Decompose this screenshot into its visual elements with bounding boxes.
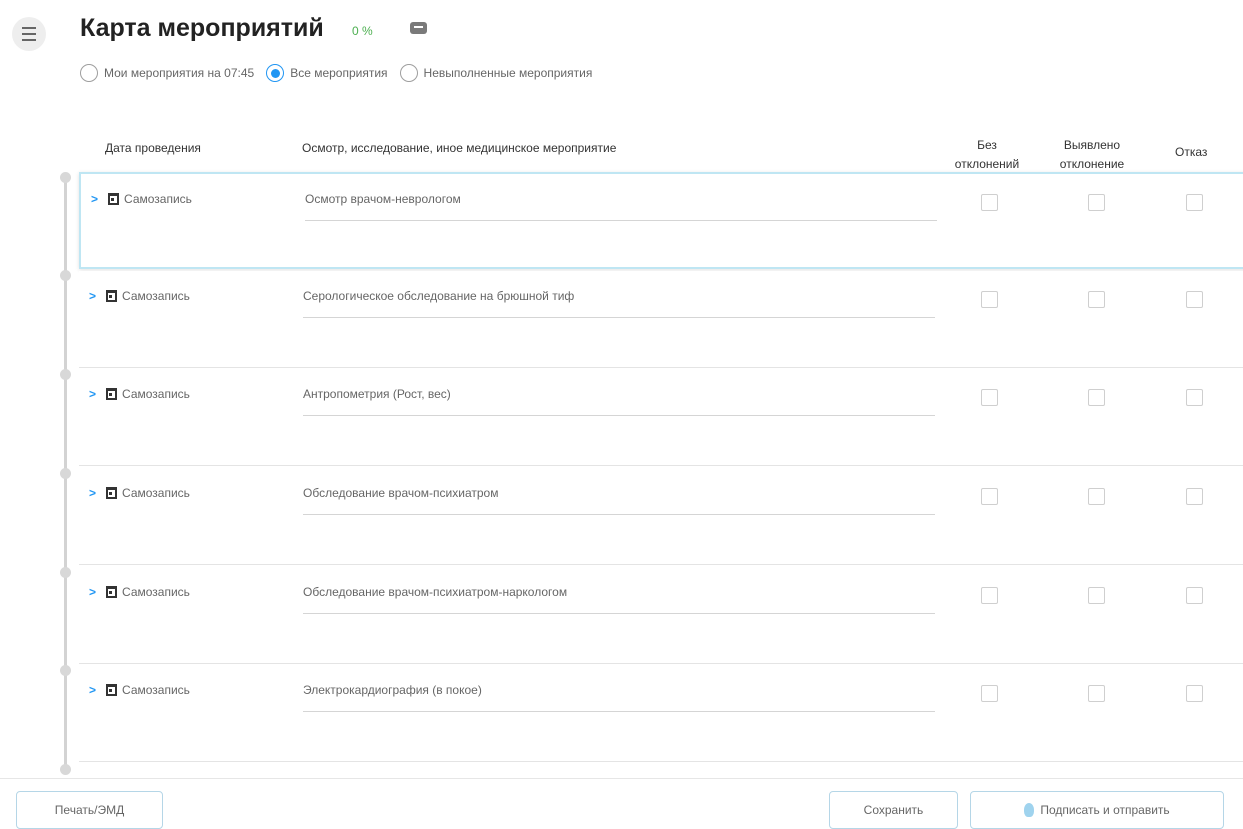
no-deviation-checkbox[interactable] (981, 685, 998, 702)
table-row[interactable]: > Самозапись Антропометрия (Рост, вес) (79, 369, 1243, 466)
menu-icon (22, 27, 36, 29)
event-name: Обследование врачом-психиатром (303, 486, 935, 515)
radio-button[interactable] (399, 64, 418, 82)
no-deviation-checkbox[interactable] (981, 291, 998, 308)
calendar-icon (106, 586, 118, 598)
no-deviation-checkbox[interactable] (981, 389, 998, 406)
no-deviation-checkbox[interactable] (981, 488, 998, 505)
row-date: Самозапись (124, 192, 192, 206)
sign-and-send-button[interactable]: Подписать и отправить (970, 791, 1224, 829)
message-icon[interactable] (410, 22, 427, 34)
column-header-no-deviation: Без отклонений (954, 138, 1020, 171)
refusal-checkbox[interactable] (1186, 194, 1203, 211)
column-header-deviation-found: Выявлено отклонение (1059, 138, 1125, 171)
timeline-dot (60, 369, 71, 380)
timeline-dot (60, 764, 71, 775)
row-expand-toggle[interactable]: > Самозапись (89, 486, 190, 500)
deviation-found-checkbox[interactable] (1088, 587, 1105, 604)
table-row[interactable]: > Самозапись Обследование врачом-психиат… (79, 567, 1243, 664)
row-date: Самозапись (122, 289, 190, 303)
sign-and-send-label: Подписать и отправить (1040, 803, 1170, 817)
refusal-checkbox[interactable] (1186, 587, 1203, 604)
refusal-checkbox[interactable] (1186, 389, 1203, 406)
refusal-checkbox[interactable] (1186, 685, 1203, 702)
chevron-right-icon: > (89, 289, 97, 303)
chevron-right-icon: > (91, 192, 99, 206)
deviation-found-checkbox[interactable] (1088, 488, 1105, 505)
no-deviation-checkbox[interactable] (981, 194, 998, 211)
column-header-event: Осмотр, исследование, иное медицинское м… (302, 141, 617, 155)
row-expand-toggle[interactable]: > Самозапись (89, 387, 190, 401)
row-date: Самозапись (122, 486, 190, 500)
event-name: Осмотр врачом-неврологом (305, 192, 937, 221)
calendar-icon (106, 684, 118, 696)
calendar-icon (106, 388, 118, 400)
deviation-found-checkbox[interactable] (1088, 685, 1105, 702)
column-header-refusal: Отказ (1175, 145, 1208, 159)
radio-label: Все мероприятия (290, 66, 388, 80)
timeline-dot (60, 270, 71, 281)
chevron-right-icon: > (89, 585, 97, 599)
row-expand-toggle[interactable]: > Самозапись (91, 192, 192, 206)
timeline-dot (60, 172, 71, 183)
table-row[interactable]: > Самозапись Электрокардиография (в поко… (79, 665, 1243, 762)
calendar-icon (106, 487, 118, 499)
timeline-dot (60, 468, 71, 479)
print-emd-button[interactable]: Печать/ЭМД (16, 791, 163, 829)
table-row[interactable]: > Самозапись Осмотр врачом-неврологом (79, 172, 1243, 269)
filter-radio-group: Мои мероприятия на 07:45 Все мероприятия… (80, 64, 604, 82)
progress-percent: 0 % (352, 24, 373, 38)
timeline-dot (60, 665, 71, 676)
event-name: Обследование врачом-психиатром-нарколого… (303, 585, 935, 614)
footer-bar: Печать/ЭМД Сохранить Подписать и отправи… (0, 778, 1243, 829)
filter-all-events[interactable]: Все мероприятия (266, 64, 388, 82)
row-expand-toggle[interactable]: > Самозапись (89, 585, 190, 599)
menu-button[interactable] (12, 17, 46, 51)
deviation-found-checkbox[interactable] (1088, 194, 1105, 211)
row-date: Самозапись (122, 585, 190, 599)
radio-label: Невыполненные мероприятия (423, 66, 593, 80)
save-button[interactable]: Сохранить (829, 791, 958, 829)
row-date: Самозапись (122, 683, 190, 697)
radio-button[interactable] (266, 64, 285, 82)
event-name: Электрокардиография (в покое) (303, 683, 935, 712)
event-name: Серологическое обследование на брюшной т… (303, 289, 935, 318)
event-name: Антропометрия (Рост, вес) (303, 387, 935, 416)
filter-my-events[interactable]: Мои мероприятия на 07:45 (80, 64, 254, 82)
column-header-date: Дата проведения (105, 141, 201, 155)
chevron-right-icon: > (89, 683, 97, 697)
radio-label: Мои мероприятия на 07:45 (104, 66, 255, 80)
refusal-checkbox[interactable] (1186, 291, 1203, 308)
chevron-right-icon: > (89, 387, 97, 401)
calendar-icon (106, 290, 118, 302)
chevron-right-icon: > (89, 486, 97, 500)
deviation-found-checkbox[interactable] (1088, 389, 1105, 406)
calendar-icon (108, 193, 120, 205)
lightbulb-icon (1024, 803, 1035, 817)
row-expand-toggle[interactable]: > Самозапись (89, 289, 190, 303)
page-title: Карта мероприятий (80, 14, 324, 42)
table-row[interactable]: > Самозапись Обследование врачом-психиат… (79, 468, 1243, 565)
refusal-checkbox[interactable] (1186, 488, 1203, 505)
radio-button[interactable] (80, 64, 98, 82)
timeline-dot (60, 567, 71, 578)
deviation-found-checkbox[interactable] (1088, 291, 1105, 308)
table-row[interactable]: > Самозапись Серологическое обследование… (79, 271, 1243, 368)
row-date: Самозапись (122, 387, 190, 401)
filter-incomplete-events[interactable]: Невыполненные мероприятия (399, 64, 593, 82)
no-deviation-checkbox[interactable] (981, 587, 998, 604)
row-expand-toggle[interactable]: > Самозапись (89, 683, 190, 697)
